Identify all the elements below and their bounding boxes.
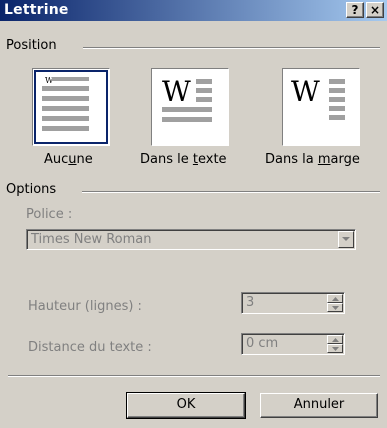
distance-decrement-button[interactable]: [327, 344, 343, 353]
position-in-text-card[interactable]: W: [151, 68, 229, 146]
height-decrement-button[interactable]: [327, 303, 343, 312]
title-bar: Lettrine ? ×: [0, 0, 387, 21]
height-spinner[interactable]: 3: [241, 292, 345, 314]
close-icon: ×: [369, 3, 381, 17]
position-in-text-label[interactable]: Dans le texte: [140, 152, 227, 167]
drop-cap-in-text-preview-icon: W: [162, 75, 212, 122]
arrow-up-icon: [332, 338, 339, 342]
ok-button[interactable]: OK: [126, 392, 246, 419]
distance-increment-button[interactable]: [327, 335, 343, 344]
svg-text:W: W: [291, 75, 320, 108]
position-in-margin-label[interactable]: Dans la marge: [265, 152, 360, 167]
help-button[interactable]: ?: [346, 2, 364, 18]
font-label: Police :: [26, 207, 73, 222]
arrow-down-icon: [332, 347, 339, 351]
drop-cap-in-margin-preview-icon: W: [291, 75, 345, 120]
svg-text:W: W: [162, 75, 191, 108]
height-increment-button[interactable]: [327, 294, 343, 303]
no-drop-cap-preview-icon: W: [42, 76, 89, 131]
close-button[interactable]: ×: [366, 2, 384, 18]
font-value: Times New Roman: [31, 232, 152, 247]
font-combobox[interactable]: Times New Roman: [26, 229, 356, 250]
arrow-down-icon: [332, 306, 339, 310]
position-in-margin-card[interactable]: W: [282, 68, 360, 146]
cancel-button[interactable]: Annuler: [260, 393, 378, 418]
bottom-separator: [8, 375, 380, 377]
chevron-down-icon: [342, 237, 350, 241]
distance-spinner[interactable]: 0 cm: [241, 333, 345, 355]
height-value: 3: [246, 295, 255, 310]
position-separator: [83, 47, 380, 49]
options-group-label: Options: [6, 182, 57, 197]
help-icon: ?: [351, 3, 359, 17]
window-title: Lettrine: [4, 2, 69, 18]
height-label: Hauteur (lignes) :: [28, 299, 142, 314]
position-none-label[interactable]: Aucune: [44, 152, 93, 167]
font-dropdown-button[interactable]: [338, 231, 354, 248]
position-none-card[interactable]: W: [32, 68, 110, 146]
position-group-label: Position: [6, 38, 57, 53]
distance-label: Distance du texte :: [28, 340, 152, 355]
distance-value: 0 cm: [246, 336, 279, 351]
options-separator: [82, 191, 380, 193]
arrow-up-icon: [332, 297, 339, 301]
